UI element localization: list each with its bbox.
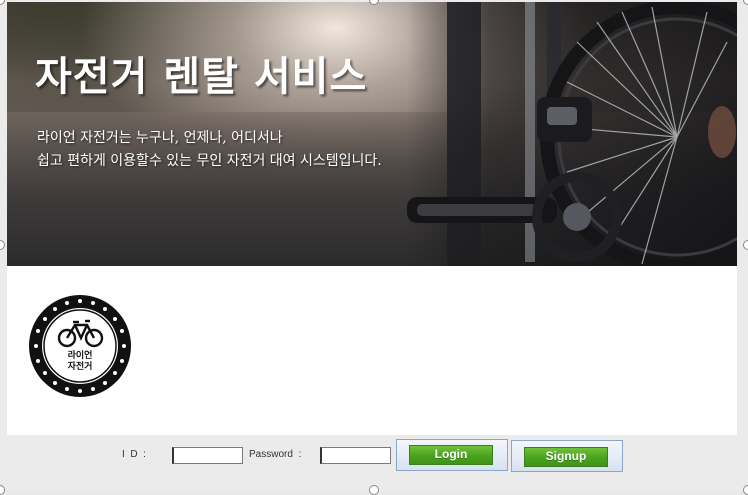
content-area: 라이언 자전거 — [7, 266, 737, 435]
logo-badge-icon — [29, 295, 131, 397]
login-button-frame: Login — [396, 439, 508, 471]
resize-handle-bottom-right[interactable] — [743, 485, 748, 495]
resize-handle-bottom-left[interactable] — [0, 485, 5, 495]
id-label: I D : — [122, 449, 146, 460]
resize-handle-left[interactable] — [0, 240, 5, 250]
banner-image: 자전거 렌탈 서비스 라이언 자전거는 누구나, 언제나, 어디서나 쉽고 편하… — [7, 2, 737, 266]
password-label: Password : — [249, 449, 302, 460]
id-input[interactable] — [172, 447, 243, 464]
logo-text-line-2: 자전거 — [67, 362, 93, 372]
resize-handle-top-left[interactable] — [0, 0, 5, 5]
password-input[interactable] — [320, 447, 391, 464]
logo-text: 라이언 자전거 — [27, 351, 133, 373]
subtitle-line-1: 라이언 자전거는 누구나, 언제나, 어디서나 — [37, 130, 283, 146]
banner-subtitle: 라이언 자전거는 누구나, 언제나, 어디서나 쉽고 편하게 이용할수 있는 무… — [37, 127, 382, 173]
bicycle-illustration — [407, 2, 737, 266]
signup-button-frame: Signup — [511, 440, 623, 472]
resize-handle-right[interactable] — [743, 240, 748, 250]
login-bar: I D : Password : Login Signup — [0, 435, 748, 490]
subtitle-line-2: 쉽고 편하게 이용할수 있는 무인 자전거 대여 시스템입니다. — [37, 153, 382, 169]
resize-handle-top-right[interactable] — [743, 0, 748, 5]
application-window: 자전거 렌탈 서비스 라이언 자전거는 누구나, 언제나, 어디서나 쉽고 편하… — [0, 0, 748, 495]
logo-text-line-1: 라이언 — [67, 351, 93, 361]
page-title: 자전거 렌탈 서비스 — [35, 54, 368, 100]
signup-button[interactable]: Signup — [524, 447, 608, 467]
resize-handle-bottom[interactable] — [369, 485, 379, 495]
logo: 라이언 자전거 — [27, 293, 133, 399]
login-button[interactable]: Login — [409, 445, 493, 465]
